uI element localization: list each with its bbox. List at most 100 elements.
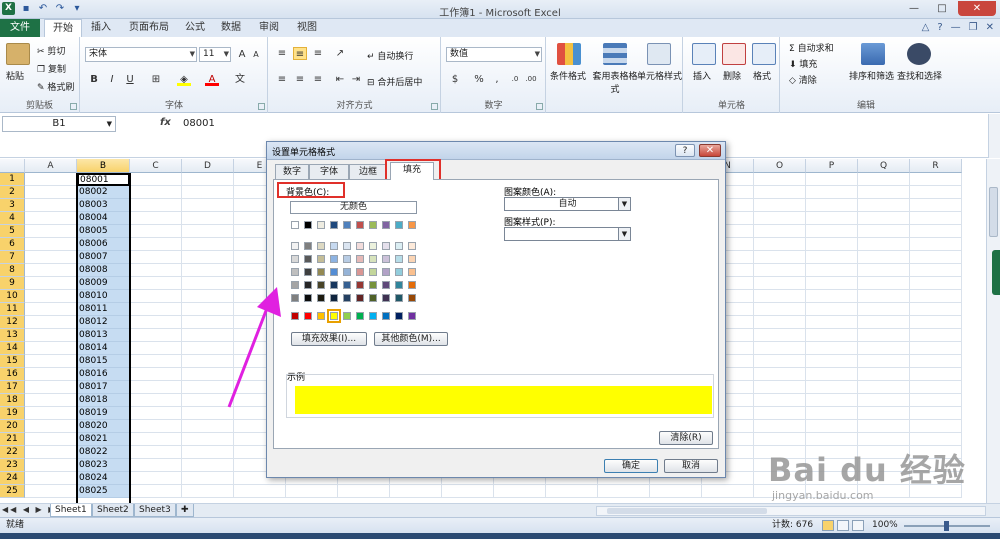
formula-input[interactable]: 08001 — [183, 118, 215, 129]
color-swatch-theme[interactable] — [291, 221, 299, 229]
conditional-format-button[interactable]: 条件格式 — [550, 69, 586, 82]
cell-b23[interactable]: 08023 — [77, 459, 130, 472]
color-swatch-tint[interactable] — [408, 281, 416, 289]
cell-b14[interactable]: 08014 — [77, 342, 130, 355]
dialog-help-button[interactable]: ? — [675, 144, 695, 157]
column-header-d[interactable]: D — [182, 159, 234, 173]
format-as-table-button[interactable]: 套用表格格式 — [589, 69, 641, 95]
underline-button[interactable]: U — [123, 73, 137, 86]
color-swatch-tint[interactable] — [330, 294, 338, 302]
row-header-24[interactable]: 24 — [0, 472, 25, 485]
number-format-combo[interactable]: 数值 ▼ — [446, 47, 542, 62]
cell-b17[interactable]: 08017 — [77, 381, 130, 394]
vertical-scroll-thumb[interactable] — [989, 187, 998, 237]
color-swatch-theme[interactable] — [408, 221, 416, 229]
row-header-5[interactable]: 5 — [0, 225, 25, 238]
tab-font[interactable]: 字体 — [309, 164, 349, 179]
row-header-4[interactable]: 4 — [0, 212, 25, 225]
cell-b1[interactable]: 08001 — [77, 173, 130, 186]
dialog-close-button[interactable]: ✕ — [699, 144, 721, 157]
cell-b2[interactable]: 08002 — [77, 186, 130, 199]
increase-indent-icon[interactable]: ⇥ — [349, 73, 363, 86]
ribbon-minimize-icon[interactable]: △ — [922, 22, 930, 33]
row-header-19[interactable]: 19 — [0, 407, 25, 420]
cell-b13[interactable]: 08013 — [77, 329, 130, 342]
cell-b12[interactable]: 08012 — [77, 316, 130, 329]
font-size-combo[interactable]: 11 ▼ — [199, 47, 231, 62]
color-swatch-standard[interactable] — [327, 309, 341, 323]
color-swatch-tint[interactable] — [382, 268, 390, 276]
row-header-10[interactable]: 10 — [0, 290, 25, 303]
increase-decimal-icon[interactable]: .0 — [508, 73, 522, 86]
paste-button[interactable]: 粘贴 — [6, 69, 24, 82]
cell-b15[interactable]: 08015 — [77, 355, 130, 368]
tab-formulas[interactable]: 公式 — [180, 19, 210, 37]
bold-button[interactable]: B — [87, 73, 101, 86]
color-swatch-standard[interactable] — [304, 312, 312, 320]
help-icon[interactable]: ? — [937, 22, 942, 33]
color-swatch-tint[interactable] — [291, 281, 299, 289]
color-swatch-tint[interactable] — [304, 268, 312, 276]
color-swatch-tint[interactable] — [317, 268, 325, 276]
column-header-r[interactable]: R — [910, 159, 962, 173]
phonetic-icon[interactable]: 文 — [233, 73, 247, 86]
tab-number[interactable]: 数字 — [275, 164, 309, 179]
page-layout-view-icon[interactable] — [837, 520, 849, 531]
autosum-button[interactable]: Σ 自动求和 — [789, 41, 834, 54]
color-swatch-tint[interactable] — [291, 255, 299, 263]
color-swatch-tint[interactable] — [317, 242, 325, 250]
align-middle-icon[interactable]: ≡ — [293, 47, 307, 60]
color-swatch-tint[interactable] — [317, 281, 325, 289]
color-swatch-theme[interactable] — [343, 221, 351, 229]
color-swatch-tint[interactable] — [395, 281, 403, 289]
color-swatch-tint[interactable] — [343, 281, 351, 289]
insert-cells-button[interactable]: 插入 — [693, 69, 711, 82]
horizontal-scrollbar[interactable] — [596, 506, 986, 516]
font-color-icon[interactable]: A — [205, 73, 219, 86]
color-swatch-tint[interactable] — [304, 255, 312, 263]
color-swatch-standard[interactable] — [356, 312, 364, 320]
row-header-15[interactable]: 15 — [0, 355, 25, 368]
color-swatch-tint[interactable] — [395, 268, 403, 276]
color-swatch-tint[interactable] — [369, 281, 377, 289]
cell-b4[interactable]: 08004 — [77, 212, 130, 225]
color-swatch-tint[interactable] — [304, 242, 312, 250]
color-swatch-tint[interactable] — [395, 294, 403, 302]
color-swatch-tint[interactable] — [408, 242, 416, 250]
row-header-8[interactable]: 8 — [0, 264, 25, 277]
number-launcher[interactable] — [536, 103, 543, 110]
column-header-c[interactable]: C — [130, 159, 182, 173]
pattern-style-select[interactable]: ▼ — [504, 227, 631, 241]
color-swatch-standard[interactable] — [382, 312, 390, 320]
cell-b9[interactable]: 08009 — [77, 277, 130, 290]
row-header-25[interactable]: 25 — [0, 485, 25, 498]
workbook-minimize-icon[interactable]: — — [951, 22, 961, 33]
format-cells-button[interactable]: 格式 — [753, 69, 771, 82]
cell-b16[interactable]: 08016 — [77, 368, 130, 381]
maximize-button[interactable]: □ — [930, 1, 954, 16]
zoom-slider[interactable] — [904, 521, 990, 531]
sheet-tab-3[interactable]: Sheet3 — [134, 504, 176, 517]
merge-center-button[interactable]: ⊟ 合并后居中 — [367, 75, 422, 88]
row-header-13[interactable]: 13 — [0, 329, 25, 342]
more-colors-button[interactable]: 其他颜色(M)... — [374, 332, 448, 346]
fill-button[interactable]: ⬇ 填充 — [789, 57, 817, 70]
color-swatch-theme[interactable] — [369, 221, 377, 229]
color-swatch-tint[interactable] — [330, 268, 338, 276]
sheet-tab-2[interactable]: Sheet2 — [92, 504, 134, 517]
color-swatch-tint[interactable] — [369, 242, 377, 250]
color-swatch-tint[interactable] — [330, 242, 338, 250]
row-header-16[interactable]: 16 — [0, 368, 25, 381]
horizontal-scroll-thumb[interactable] — [607, 508, 767, 514]
tab-review[interactable]: 审阅 — [254, 19, 284, 37]
color-swatch-standard[interactable] — [291, 312, 299, 320]
cell-b22[interactable]: 08022 — [77, 446, 130, 459]
zoom-slider-knob[interactable] — [944, 521, 949, 531]
column-header-q[interactable]: Q — [858, 159, 910, 173]
color-swatch-tint[interactable] — [317, 294, 325, 302]
row-header-3[interactable]: 3 — [0, 199, 25, 212]
decrease-decimal-icon[interactable]: .00 — [524, 73, 538, 86]
comma-button[interactable]: , — [490, 73, 504, 86]
row-header-21[interactable]: 21 — [0, 433, 25, 446]
name-box[interactable]: B1 ▼ — [2, 116, 116, 132]
